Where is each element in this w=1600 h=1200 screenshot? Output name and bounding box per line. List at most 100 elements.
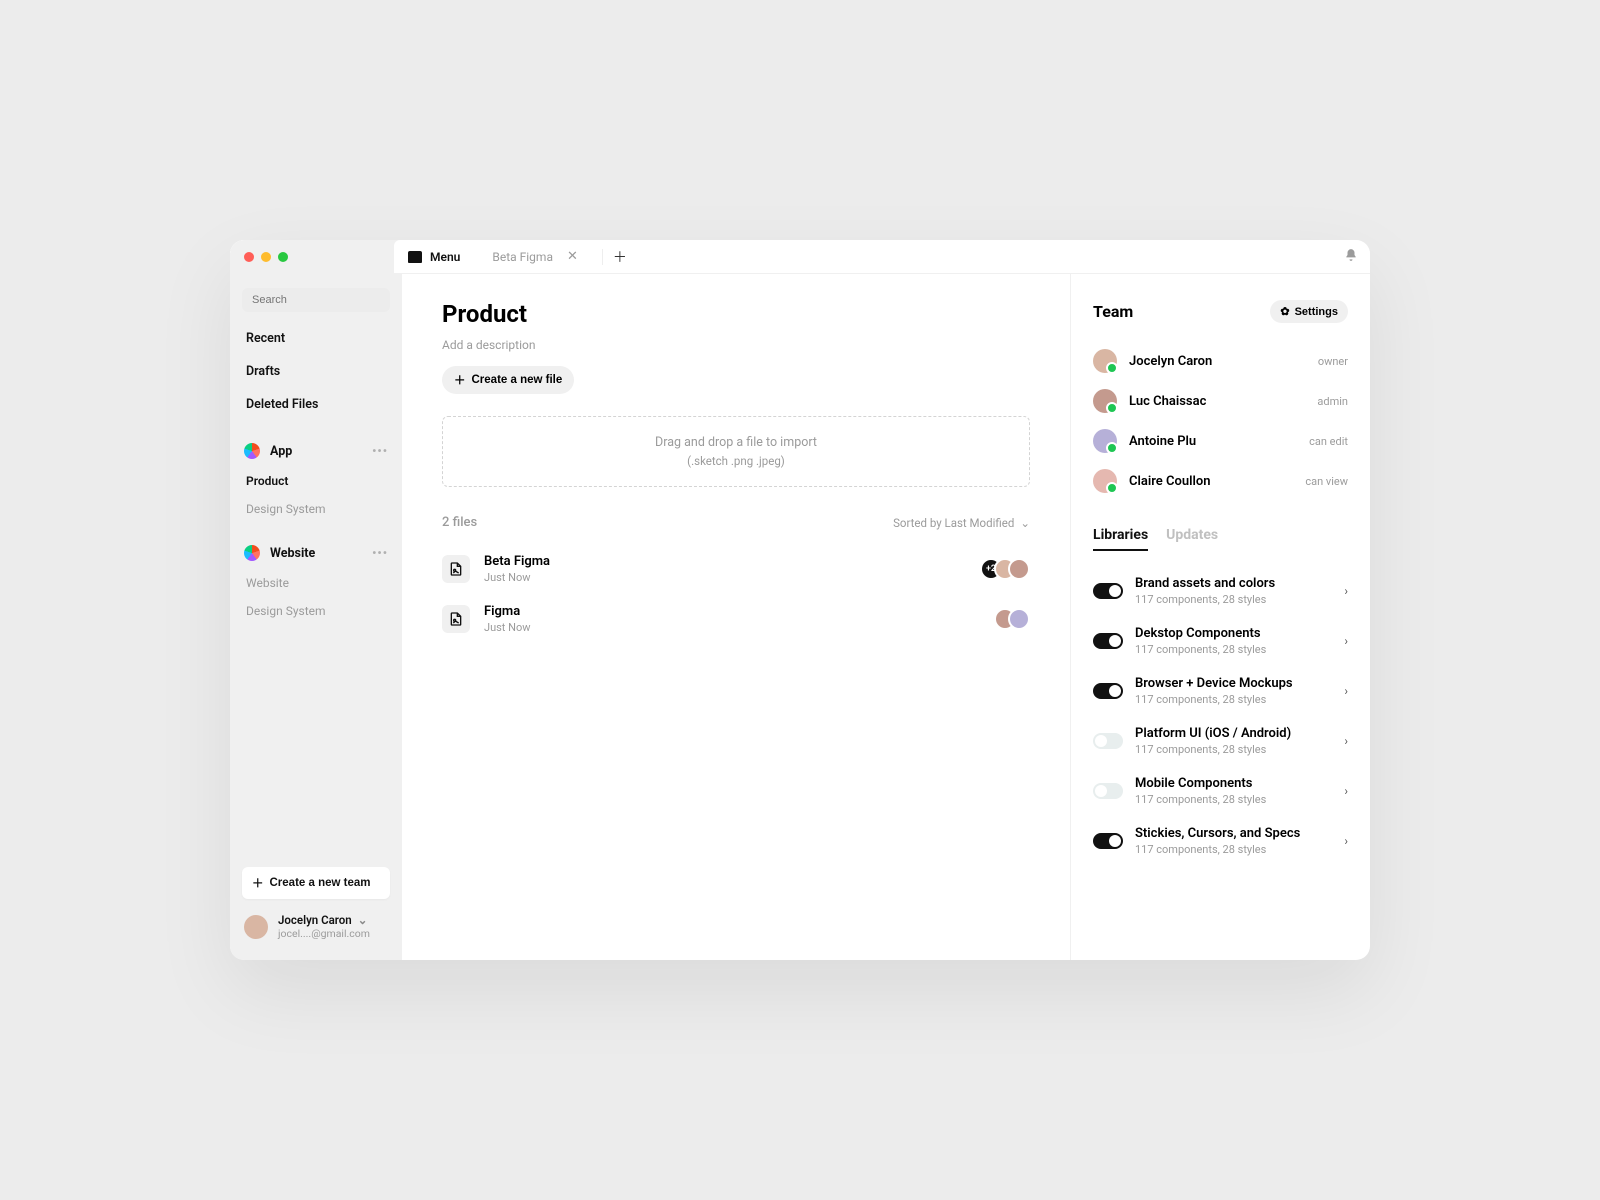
section-title: Website (270, 546, 315, 561)
create-team-button[interactable]: ＋ Create a new team (242, 867, 390, 899)
chevron-right-icon[interactable]: › (1344, 684, 1348, 698)
member-name: Claire Coullon (1129, 474, 1211, 489)
avatar (1093, 389, 1117, 413)
chevron-right-icon[interactable]: › (1344, 834, 1348, 848)
sidebar-section-app[interactable]: App ••• (230, 435, 402, 467)
tab-updates[interactable]: Updates (1166, 527, 1218, 551)
team-settings-button[interactable]: ✿ Settings (1270, 300, 1348, 323)
library-row: Dekstop Components117 components, 28 sty… (1093, 616, 1348, 666)
close-window-icon[interactable] (244, 252, 254, 262)
avatar (1093, 469, 1117, 493)
team-member[interactable]: Luc Chaissac admin (1093, 381, 1348, 421)
library-name: Brand assets and colors (1135, 576, 1275, 591)
settings-label: Settings (1295, 306, 1338, 318)
file-time: Just Now (484, 621, 531, 634)
library-info: 117 components, 28 styles (1135, 793, 1266, 806)
library-toggle[interactable] (1093, 733, 1123, 749)
avatar (1008, 608, 1030, 630)
library-name: Browser + Device Mockups (1135, 676, 1293, 691)
member-name: Antoine Plu (1129, 434, 1196, 449)
create-team-label: Create a new team (270, 877, 371, 889)
library-info: 117 components, 28 styles (1135, 843, 1300, 856)
menu-tab[interactable]: Menu (394, 240, 478, 273)
chevron-down-icon: ⌄ (1020, 516, 1030, 530)
description-placeholder[interactable]: Add a description (442, 338, 1030, 352)
avatar (244, 915, 268, 939)
library-toggle[interactable] (1093, 783, 1123, 799)
main-content: Product Add a description ＋ Create a new… (402, 274, 1070, 960)
member-role: can edit (1309, 435, 1348, 448)
chevron-right-icon[interactable]: › (1344, 734, 1348, 748)
notifications-icon[interactable] (1344, 248, 1358, 266)
member-role: owner (1318, 355, 1348, 368)
page-title: Product (442, 300, 1030, 328)
library-info: 117 components, 28 styles (1135, 693, 1293, 706)
chevron-right-icon[interactable]: › (1344, 584, 1348, 598)
library-info: 117 components, 28 styles (1135, 743, 1291, 756)
avatar (1008, 558, 1030, 580)
member-name: Jocelyn Caron (1129, 354, 1212, 369)
dropzone[interactable]: Drag and drop a file to import (.sketch … (442, 416, 1030, 487)
window-controls (230, 240, 402, 273)
avatar (1093, 349, 1117, 373)
document-tab[interactable]: Beta Figma ✕ (478, 249, 592, 264)
nav-deleted[interactable]: Deleted Files (230, 388, 402, 421)
chevron-down-icon[interactable]: ⌄ (358, 913, 368, 927)
nav-drafts[interactable]: Drafts (230, 355, 402, 388)
tab-separator (602, 249, 603, 265)
maximize-window-icon[interactable] (278, 252, 288, 262)
member-name: Luc Chaissac (1129, 394, 1206, 409)
chevron-right-icon[interactable]: › (1344, 784, 1348, 798)
more-icon[interactable]: ••• (372, 546, 388, 560)
sidebar-item-website-design-system[interactable]: Design System (230, 597, 402, 625)
library-toggle[interactable] (1093, 683, 1123, 699)
library-name: Mobile Components (1135, 776, 1266, 791)
avatar-group: +2 (988, 558, 1030, 580)
sidebar-item-product[interactable]: Product (230, 467, 402, 495)
chevron-right-icon[interactable]: › (1344, 634, 1348, 648)
current-user[interactable]: Jocelyn Caron ⌄ jocel....@gmail.com (230, 907, 402, 950)
sidebar-item-website[interactable]: Website (230, 569, 402, 597)
library-toggle[interactable] (1093, 633, 1123, 649)
team-heading: Team (1093, 302, 1133, 321)
file-name: Beta Figma (484, 554, 550, 569)
library-row: Stickies, Cursors, and Specs 117 componen… (1093, 816, 1348, 866)
team-member[interactable]: Antoine Plu can edit (1093, 421, 1348, 461)
library-row: Platform UI (iOS / Android)117 component… (1093, 716, 1348, 766)
files-count: 2 files (442, 515, 477, 530)
library-name: Stickies, Cursors, and Specs (1135, 826, 1300, 841)
library-info: 117 components, 28 styles (1135, 593, 1275, 606)
library-row: Brand assets and colors 117 components, 2… (1093, 566, 1348, 616)
sidebar: Recent Drafts Deleted Files App ••• Prod… (230, 274, 402, 960)
file-row[interactable]: FigmaJust Now (442, 594, 1030, 644)
sidebar-item-design-system[interactable]: Design System (230, 495, 402, 523)
file-icon (442, 605, 470, 633)
sort-button[interactable]: Sorted by Last Modified ⌄ (893, 516, 1030, 530)
file-time: Just Now (484, 571, 550, 584)
minimize-window-icon[interactable] (261, 252, 271, 262)
file-row[interactable]: Beta Figma Just Now +2 (442, 544, 1030, 594)
new-tab-button[interactable]: ＋ (613, 247, 627, 267)
avatar (1093, 429, 1117, 453)
plus-icon: ＋ (252, 875, 264, 891)
search-input[interactable] (242, 288, 390, 312)
team-member[interactable]: Jocelyn Caron owner (1093, 341, 1348, 381)
member-role: admin (1317, 395, 1348, 408)
dropzone-text: Drag and drop a file to import (461, 435, 1011, 450)
nav-recent[interactable]: Recent (230, 322, 402, 355)
more-icon[interactable]: ••• (372, 444, 388, 458)
titlebar: Menu Beta Figma ✕ ＋ (230, 240, 1370, 274)
sidebar-section-website[interactable]: Website ••• (230, 537, 402, 569)
user-email: jocel....@gmail.com (278, 927, 370, 940)
close-tab-icon[interactable]: ✕ (567, 249, 578, 264)
team-member[interactable]: Claire Coulloncan view (1093, 461, 1348, 501)
user-name: Jocelyn Caron (278, 913, 352, 927)
create-file-button[interactable]: ＋ Create a new file (442, 366, 574, 394)
file-icon (442, 555, 470, 583)
tab-libraries[interactable]: Libraries (1093, 527, 1148, 551)
library-toggle[interactable] (1093, 833, 1123, 849)
right-tabs: Libraries Updates (1093, 527, 1348, 552)
library-name: Dekstop Components (1135, 626, 1266, 641)
library-toggle[interactable] (1093, 583, 1123, 599)
sort-label: Sorted by Last Modified (893, 516, 1014, 530)
